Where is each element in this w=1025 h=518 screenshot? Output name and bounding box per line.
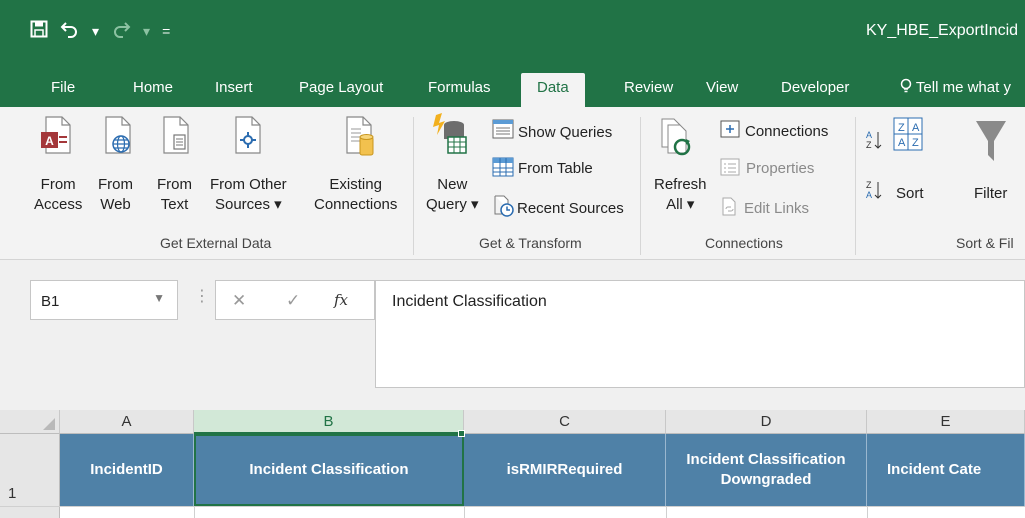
name-box[interactable]: B1 ▼ <box>30 280 178 320</box>
tab-review[interactable]: Review <box>624 73 673 107</box>
ribbon-data: A From Access From Web From Text From Other… <box>0 107 1025 260</box>
svg-text:Z: Z <box>866 140 872 150</box>
tab-home[interactable]: Home <box>133 73 173 107</box>
chevron-down-icon[interactable]: ▼ <box>153 291 165 305</box>
row-number: 1 <box>8 485 17 502</box>
column-header-d[interactable]: D <box>666 410 867 434</box>
svg-text:Z: Z <box>912 137 919 149</box>
group-separator <box>640 117 641 255</box>
fill-handle[interactable] <box>458 430 465 437</box>
svg-text:Z: Z <box>898 122 905 134</box>
undo-dropdown-icon[interactable]: ▾ <box>92 24 99 38</box>
access-icon[interactable]: A <box>38 115 72 158</box>
cell-b1[interactable]: Incident Classification <box>194 434 464 506</box>
quick-access-toolbar: ▾ ▾ = <box>30 20 170 42</box>
existing-connections-button[interactable]: Existing Connections <box>314 175 397 215</box>
tell-me-box[interactable]: Tell me what y <box>900 73 1011 107</box>
insert-function-icon[interactable]: fx <box>334 291 348 309</box>
group-label-sort-filter: Sort & Fil <box>956 235 1014 251</box>
group-label-get-external-data: Get External Data <box>160 235 272 251</box>
cell-a1[interactable]: IncidentID <box>60 434 194 506</box>
edit-links-icon <box>720 197 740 220</box>
recent-sources-icon <box>492 195 514 220</box>
tab-developer[interactable]: Developer <box>781 73 849 107</box>
row-header-2[interactable] <box>0 507 60 518</box>
formula-buttons: ✕ ✓ fx <box>215 280 375 320</box>
table-icon <box>492 157 514 180</box>
tab-insert[interactable]: Insert <box>215 73 253 107</box>
from-web-button[interactable]: From Web <box>98 175 133 215</box>
cell-d1-line2: Downgraded <box>720 471 812 488</box>
tab-page-layout[interactable]: Page Layout <box>299 73 383 107</box>
filter-button[interactable]: Filter <box>974 184 1007 204</box>
group-separator <box>855 117 856 255</box>
tab-formulas[interactable]: Formulas <box>428 73 491 107</box>
gridline <box>464 507 465 518</box>
cell-d1[interactable]: Incident Classification Downgraded <box>666 434 867 506</box>
new-query-button[interactable]: New Query ▾ <box>426 175 479 215</box>
from-text-button[interactable]: From Text <box>157 175 192 215</box>
refresh-all-icon[interactable] <box>660 117 696 164</box>
sort-dialog-icon[interactable]: ZAAZ <box>893 117 923 154</box>
text-file-icon[interactable] <box>158 115 192 158</box>
redo-dropdown-icon[interactable]: ▾ <box>143 24 150 38</box>
connections-icon <box>720 120 740 141</box>
title-bar: ▾ ▾ = KY_HBE_ExportIncid <box>0 0 1025 65</box>
show-queries-icon <box>492 119 514 142</box>
svg-text:A: A <box>866 130 872 140</box>
gridline <box>867 507 868 518</box>
tell-me-text: Tell me what y <box>915 79 1011 96</box>
cell-c1[interactable]: isRMIRRequired <box>464 434 666 506</box>
group-separator <box>413 117 414 255</box>
gridline <box>194 507 195 518</box>
name-box-value: B1 <box>41 293 60 310</box>
svg-text:A: A <box>898 137 906 149</box>
window-title: KY_HBE_ExportIncid <box>866 22 1019 39</box>
save-icon[interactable] <box>30 20 48 42</box>
worksheet-grid: A B C D E 1 IncidentID Incident Classifi… <box>0 410 1025 518</box>
redo-icon[interactable] <box>111 20 131 42</box>
from-access-button[interactable]: From Access <box>34 175 82 215</box>
undo-icon[interactable] <box>60 20 80 42</box>
svg-text:A: A <box>866 190 872 200</box>
cell-d1-line1: Incident Classification <box>686 451 846 468</box>
web-page-icon[interactable] <box>100 115 134 158</box>
new-query-icon[interactable] <box>430 113 470 164</box>
existing-connections-icon[interactable] <box>343 115 377 164</box>
tab-data[interactable]: Data <box>521 73 585 107</box>
from-other-sources-button[interactable]: From Other Sources ▾ <box>210 175 287 215</box>
enter-icon[interactable]: ✓ <box>286 291 300 311</box>
properties-icon <box>720 158 740 179</box>
row-header-1[interactable]: 1 <box>0 434 60 506</box>
svg-text:A: A <box>912 122 920 134</box>
sort-button[interactable]: Sort <box>896 184 924 204</box>
cancel-icon[interactable]: ✕ <box>232 291 246 311</box>
column-header-e[interactable]: E <box>867 410 1025 434</box>
gridline <box>666 507 667 518</box>
ribbon-tabs: File Home Insert Page Layout Formulas Da… <box>0 65 1025 107</box>
sort-a-to-z-icon[interactable]: AZ <box>866 129 882 154</box>
lightbulb-icon <box>900 78 916 96</box>
row-2 <box>0 506 1025 518</box>
tab-file[interactable]: File <box>51 73 75 107</box>
column-header-a[interactable]: A <box>60 410 194 434</box>
svg-text:Z: Z <box>866 180 872 190</box>
cell-e1[interactable]: Incident Cate <box>867 434 1025 506</box>
column-header-c[interactable]: C <box>464 410 666 434</box>
refresh-all-button[interactable]: Refresh All ▾ <box>654 175 707 215</box>
sort-z-to-a-icon[interactable]: ZA <box>866 179 882 204</box>
column-header-b[interactable]: B <box>194 410 464 434</box>
customize-qat-icon[interactable]: = <box>162 24 170 38</box>
filter-icon[interactable] <box>975 119 1007 166</box>
tab-view[interactable]: View <box>706 73 738 107</box>
svg-text:A: A <box>45 134 54 148</box>
formula-bar-area: B1 ▼ ⋮ ✕ ✓ fx Incident Classification <box>0 260 1025 410</box>
other-sources-icon[interactable] <box>232 115 266 158</box>
group-label-get-transform: Get & Transform <box>479 235 582 251</box>
select-all-button[interactable] <box>0 410 60 434</box>
resize-handle-icon[interactable]: ⋮ <box>194 286 210 306</box>
group-label-connections: Connections <box>705 235 783 251</box>
formula-input[interactable]: Incident Classification <box>375 280 1025 388</box>
